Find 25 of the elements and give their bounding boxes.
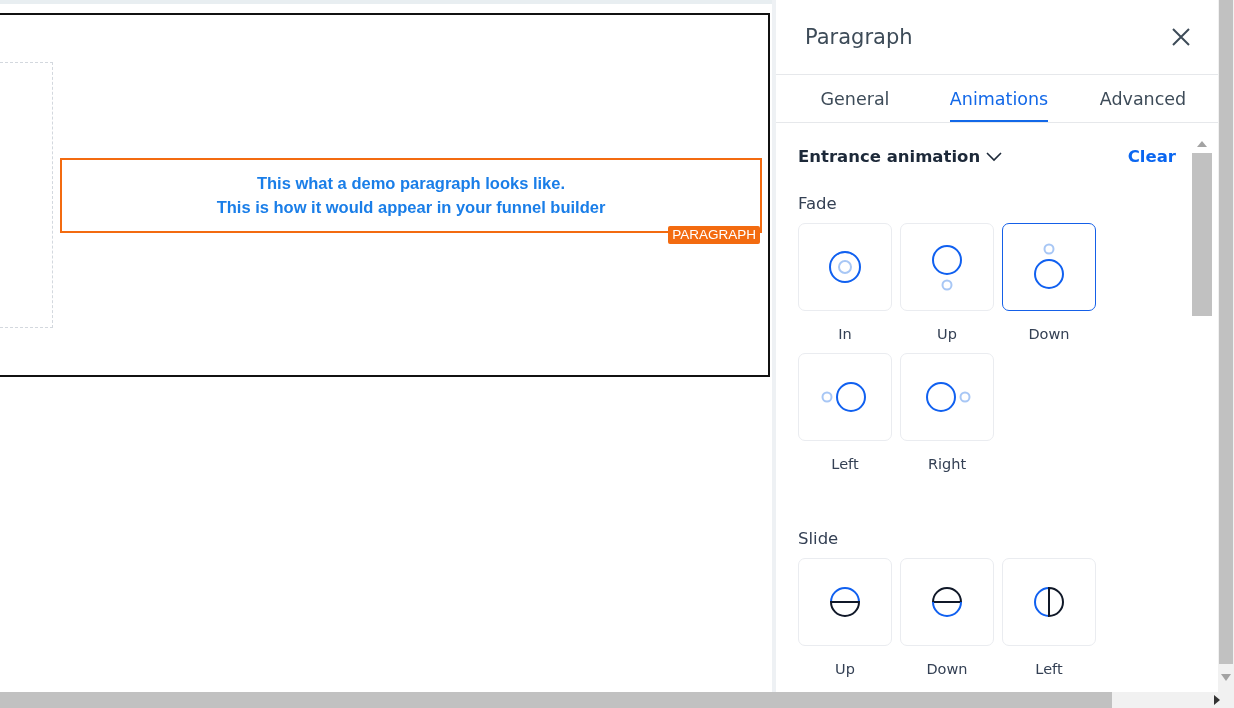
option-label: Left (1035, 660, 1063, 678)
animation-option[interactable] (1002, 223, 1096, 311)
section-frame[interactable]: This what a demo paragraph looks like. This is how it would appear in your funnel builder PARAGRAPH (0, 13, 770, 377)
tab[interactable]: General (783, 75, 927, 122)
tab[interactable]: Advanced (1071, 75, 1215, 122)
option-label: Up (937, 325, 957, 343)
option-label: Down (926, 660, 968, 678)
option-label: Left (831, 455, 859, 473)
element-tag: PARAGRAPH (668, 225, 760, 244)
chevron-down-icon (986, 151, 1003, 162)
clear-link[interactable]: Clear (1127, 147, 1176, 166)
option-label: Down (1028, 325, 1070, 343)
tab[interactable]: Animations (927, 75, 1071, 122)
close-icon[interactable] (1170, 26, 1192, 48)
paragraph-text: This what a demo paragraph looks like. This is how it would appear in your funnel builder (216, 173, 606, 218)
horizontal-scrollbar[interactable] (0, 692, 1234, 708)
section-dropdown[interactable]: Entrance animation (798, 147, 1003, 166)
option-label: Up (835, 660, 855, 678)
group-heading: Fade (798, 194, 838, 213)
option-label: In (838, 325, 852, 343)
option-label: Right (927, 455, 967, 473)
panel-title: Paragraph (805, 25, 913, 49)
page-scrollbar[interactable] (1218, 0, 1234, 692)
group-heading: Slide (798, 529, 840, 548)
scroll-up-icon[interactable] (1195, 139, 1209, 149)
